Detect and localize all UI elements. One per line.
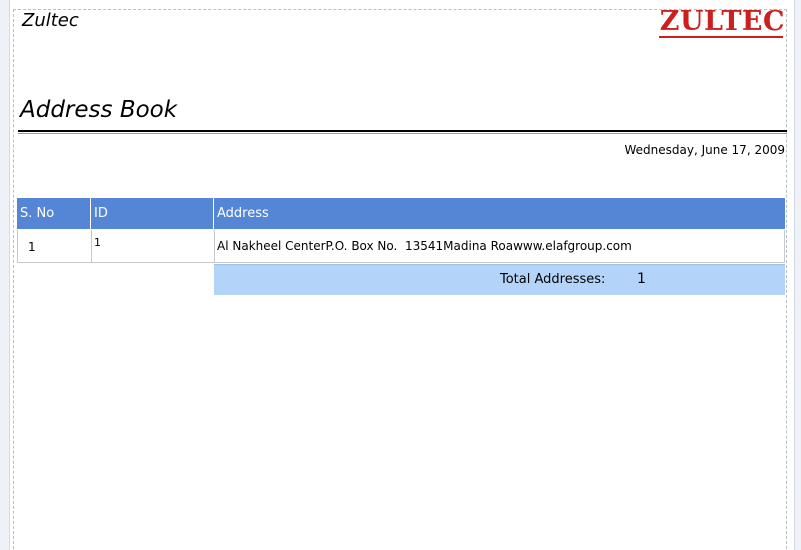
column-header-address: Address <box>214 198 785 229</box>
total-addresses-value: 1 <box>637 271 646 287</box>
column-header-id: ID <box>91 198 214 229</box>
report-title: Address Book <box>20 97 178 123</box>
cell-address-text: Al Nakheel CenterP.O. Box No. 13541Madin… <box>217 239 632 253</box>
report-page: Zultec ZULTEC Address Book Wednesday, Ju… <box>0 0 801 550</box>
company-name: Zultec <box>22 10 79 31</box>
total-addresses-label: Total Addresses: <box>500 272 606 287</box>
title-divider <box>18 130 787 132</box>
report-date: Wednesday, June 17, 2009 <box>624 143 786 157</box>
cell-id-text: 1 <box>94 236 101 249</box>
cell-sno-text: 1 <box>28 240 36 254</box>
title-divider-shadow <box>18 133 787 134</box>
company-logo: ZULTEC <box>659 6 785 37</box>
cell-id: 1 <box>91 230 214 263</box>
cell-address: Al Nakheel CenterP.O. Box No. 13541Madin… <box>214 230 785 263</box>
column-header-sno: S. No <box>17 198 91 229</box>
viewer-right-frame <box>794 0 801 550</box>
logo-underline <box>659 36 783 38</box>
total-summary-bar: Total Addresses: 1 <box>214 264 785 295</box>
viewer-left-frame <box>0 0 10 550</box>
cell-sno: 1 <box>17 230 91 263</box>
